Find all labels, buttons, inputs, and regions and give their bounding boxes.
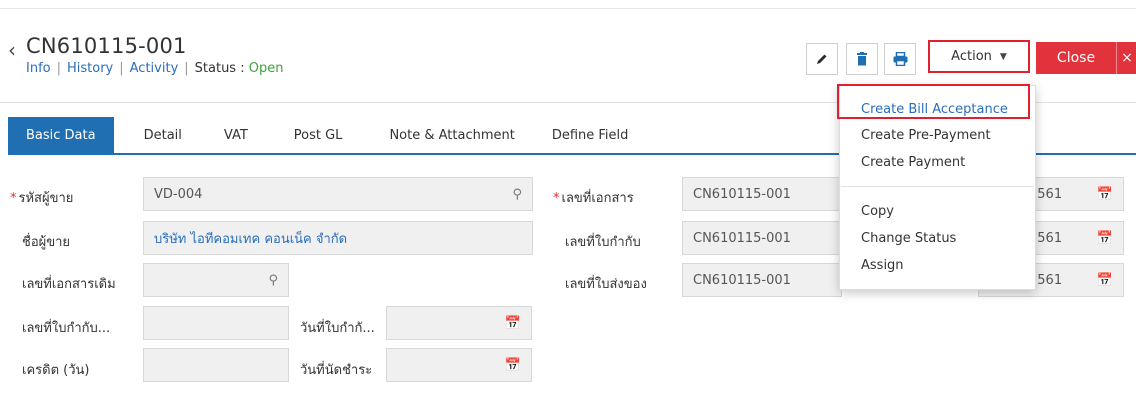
edit-button[interactable]: [806, 43, 838, 75]
subnav: Info | History | Activity | Status : Open: [26, 61, 284, 76]
action-button-label: Action: [951, 49, 992, 64]
tax-no-field[interactable]: CN610115-001: [682, 221, 842, 255]
doc-no-label: * เลขที่เอกสาร: [553, 191, 634, 206]
tax-invoice-date-label: วันที่ใบกำกั...: [300, 321, 375, 336]
vendor-code-field[interactable]: VD-004 ⚲: [143, 177, 533, 211]
vendor-code-label: * รหัสผู้ขาย: [10, 191, 74, 206]
delete-button[interactable]: [846, 43, 878, 75]
action-button[interactable]: Action ▼: [928, 40, 1030, 73]
menu-divider: [841, 186, 1034, 187]
calendar-icon[interactable]: 📅: [1097, 273, 1113, 288]
calendar-icon[interactable]: 📅: [505, 358, 521, 373]
tab-detail[interactable]: Detail: [144, 117, 182, 154]
close-button[interactable]: Close: [1036, 42, 1116, 74]
tax-invoice-no-label: เลขที่ใบกำกับ...: [22, 321, 111, 336]
activity-link[interactable]: Activity: [130, 61, 179, 76]
due-date-field[interactable]: 📅: [386, 348, 532, 382]
menu-item-create-pre-payment[interactable]: Create Pre-Payment: [861, 128, 991, 143]
vendor-name-field[interactable]: บริษัท ไอทีคอมเทค คอนเน็ค จำกัด: [143, 221, 533, 255]
ref-doc-label: เลขที่เอกสารเดิม: [22, 277, 116, 292]
top-divider: [0, 8, 1136, 9]
back-chevron-icon[interactable]: ‹: [8, 38, 16, 62]
menu-item-assign[interactable]: Assign: [861, 258, 904, 273]
vendor-name-value: บริษัท ไอทีคอมเทค คอนเน็ค จำกัด: [154, 231, 348, 247]
calendar-icon[interactable]: 📅: [505, 316, 521, 331]
tab-note-attachment[interactable]: Note & Attachment: [389, 117, 514, 154]
trash-icon: [857, 52, 867, 66]
ref-doc-field[interactable]: ⚲: [143, 263, 289, 297]
delivery-no-label: เลขที่ใบส่งของ: [565, 277, 647, 292]
history-link[interactable]: History: [67, 61, 113, 76]
delivery-no-field[interactable]: CN610115-001: [682, 263, 842, 297]
calendar-icon[interactable]: 📅: [1097, 231, 1113, 246]
doc-no-field[interactable]: CN610115-001: [682, 177, 842, 211]
caret-down-icon: ▼: [999, 51, 1007, 62]
search-icon[interactable]: ⚲: [512, 187, 522, 202]
vendor-name-label: ชื่อผู้ขาย: [22, 235, 71, 250]
pencil-icon: [817, 54, 827, 64]
tab-vat[interactable]: VAT: [224, 117, 248, 154]
due-date-label: วันที่นัดชำระ: [300, 363, 373, 378]
tab-define-field[interactable]: Define Field: [552, 117, 629, 154]
vendor-code-value: VD-004: [154, 186, 203, 202]
credit-days-label: เครดิต (วัน): [22, 363, 90, 378]
highlight-box: [837, 84, 1030, 119]
printer-icon: [893, 52, 907, 66]
menu-item-change-status[interactable]: Change Status: [861, 231, 956, 246]
print-button[interactable]: [884, 43, 916, 75]
tab-post-gl[interactable]: Post GL: [294, 117, 343, 154]
status-colon: :: [240, 61, 245, 76]
tax-no-label: เลขที่ใบกำกับ: [565, 235, 641, 250]
tab-basic-data[interactable]: Basic Data: [8, 117, 114, 154]
menu-item-create-payment[interactable]: Create Payment: [861, 155, 965, 170]
status-label: Status: [194, 61, 237, 76]
calendar-icon[interactable]: 📅: [1097, 187, 1113, 202]
info-link[interactable]: Info: [26, 61, 51, 76]
page-title: CN610115-001: [26, 34, 187, 58]
status-value: Open: [248, 61, 284, 76]
tab-bar: Basic Data Detail VAT Post GL Note & Att…: [8, 117, 628, 154]
tax-invoice-date-field[interactable]: 📅: [386, 306, 532, 340]
menu-item-copy[interactable]: Copy: [861, 204, 894, 219]
tax-invoice-no-field[interactable]: [143, 306, 289, 340]
search-icon[interactable]: ⚲: [268, 273, 278, 288]
close-x-button[interactable]: ×: [1116, 42, 1136, 74]
credit-days-field[interactable]: [143, 348, 289, 382]
